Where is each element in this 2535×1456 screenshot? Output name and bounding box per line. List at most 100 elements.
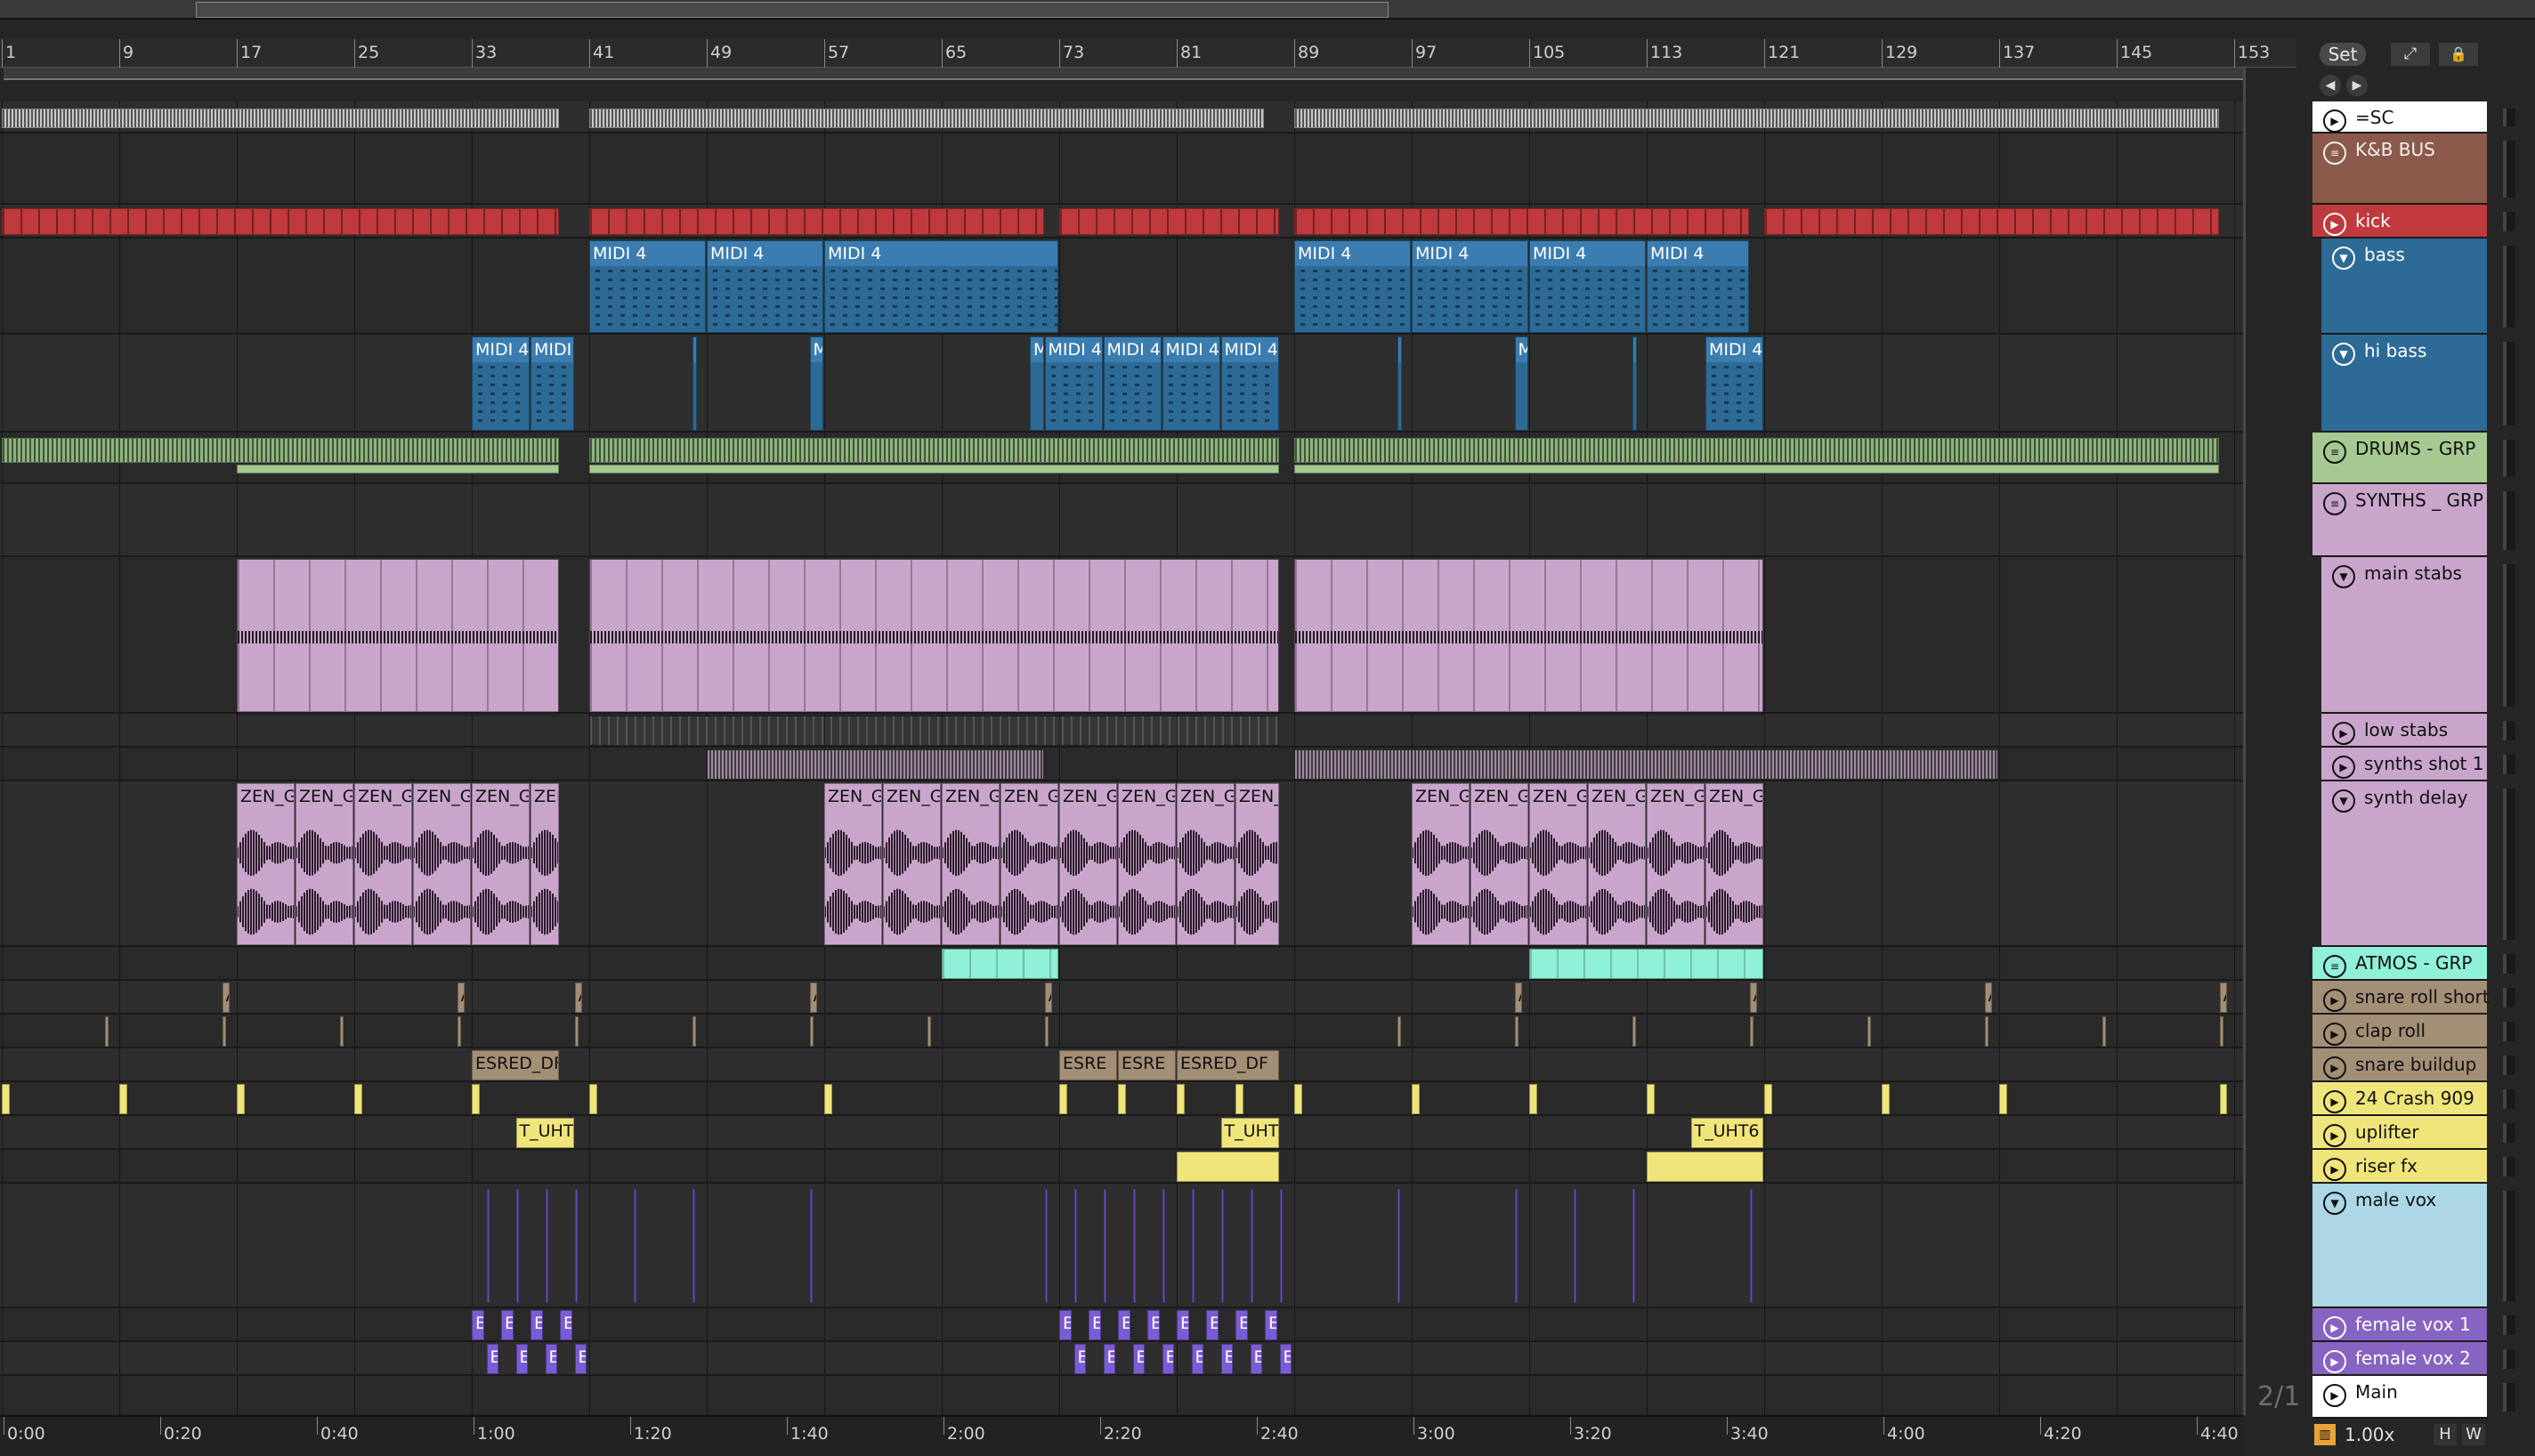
track-header-riser-fx[interactable]: ▶ riser fx: [2312, 1150, 2487, 1184]
clip-male-vox[interactable]: [1250, 1189, 1254, 1303]
clip-snare-roll[interactable]: A: [2219, 983, 2228, 1013]
clip-clap-roll[interactable]: [1514, 1016, 1519, 1047]
play-icon[interactable]: ▶: [2323, 989, 2346, 1012]
clip-clap-roll[interactable]: [1632, 1016, 1637, 1047]
clip-bass-midi[interactable]: MIDI 4: [1529, 240, 1646, 333]
group-fold-icon[interactable]: ≡: [2323, 441, 2346, 464]
clip-riser[interactable]: [1647, 1152, 1763, 1182]
clip-main-stabs-notes[interactable]: [1294, 559, 1763, 716]
clip-female-vox1[interactable]: E: [1059, 1310, 1072, 1340]
track-header-female-vox-2[interactable]: ▶ female vox 2: [2312, 1342, 2487, 1376]
clip-snare-roll[interactable]: A: [1044, 983, 1053, 1013]
clip-crash[interactable]: [1764, 1084, 1772, 1114]
clip-female-vox1[interactable]: E: [560, 1310, 572, 1340]
clip-bass-midi[interactable]: MIDI 4: [1412, 240, 1528, 333]
clip-synth-delay[interactable]: ZEN_G: [1177, 783, 1235, 945]
track-header-synths-shot-1[interactable]: ▶ synths shot 1: [2321, 748, 2487, 781]
clip-female-vox2[interactable]: E: [1162, 1344, 1175, 1374]
clip-hibass-short[interactable]: M: [1514, 336, 1528, 431]
clip-riser[interactable]: [1177, 1152, 1279, 1182]
h-button[interactable]: H: [2434, 1424, 2457, 1445]
clip-female-vox2[interactable]: E: [1220, 1344, 1234, 1374]
w-button[interactable]: W: [2462, 1424, 2485, 1445]
clip-synth-delay[interactable]: ZEN_G: [354, 783, 412, 945]
time-ruler[interactable]: 0:00 0:20 0:40 1:00 1:20 1:40 2:00 2:20 2:40 3:00…: [0, 1415, 2243, 1456]
clip-female-vox1[interactable]: E: [501, 1310, 514, 1340]
clip-female-vox2[interactable]: E: [574, 1344, 587, 1374]
track-header-k-b-bus[interactable]: ≡ K&B BUS: [2312, 133, 2487, 205]
clip-uplifter[interactable]: T_UHT6: [1690, 1118, 1763, 1148]
clip-male-vox[interactable]: [486, 1189, 490, 1303]
clip-female-vox2[interactable]: E: [1191, 1344, 1204, 1374]
play-icon[interactable]: ▶: [2323, 1124, 2346, 1147]
clip-crash[interactable]: [472, 1084, 480, 1114]
lock-icon[interactable]: 🔒: [2439, 43, 2478, 66]
clip-male-vox[interactable]: [1191, 1189, 1195, 1303]
clip-synth-delay[interactable]: ZEN_G: [1470, 783, 1528, 945]
clip-clap-roll[interactable]: [1867, 1016, 1872, 1047]
clip-synth-delay[interactable]: ZEN_G: [824, 783, 882, 945]
clip-crash[interactable]: [1235, 1084, 1243, 1114]
clip-uplifter[interactable]: T_UHT: [515, 1118, 574, 1148]
lane-synths-grp[interactable]: [0, 484, 2243, 557]
clip-female-vox1[interactable]: E: [1265, 1310, 1277, 1340]
clip-female-vox2[interactable]: E: [1073, 1344, 1087, 1374]
clip-male-vox[interactable]: [574, 1189, 579, 1303]
fold-down-icon[interactable]: ▼: [2332, 343, 2355, 366]
clip-hibass-midi[interactable]: MIDI 4: [1044, 336, 1103, 431]
clip-synth-delay[interactable]: ZEN_G: [237, 783, 295, 945]
clip-clap-roll[interactable]: [104, 1016, 109, 1047]
clip-female-vox1[interactable]: E: [1177, 1310, 1189, 1340]
clip-bass-midi[interactable]: MIDI 4: [707, 240, 823, 333]
clip-main-stabs-notes[interactable]: [589, 559, 1279, 716]
lane-male-vox[interactable]: [0, 1184, 2243, 1308]
clip-male-vox[interactable]: [1632, 1189, 1636, 1303]
track-header-synths-grp[interactable]: ≡ SYNTHS _ GRP: [2312, 484, 2487, 557]
track-header-hi-bass[interactable]: ▼ hi bass: [2321, 335, 2487, 433]
clip-kick[interactable]: [1764, 208, 2219, 235]
clip-kick[interactable]: [1059, 208, 1279, 235]
clip-crash[interactable]: [1529, 1084, 1537, 1114]
nav-left-icon[interactable]: ◀: [2320, 75, 2341, 96]
clip-male-vox[interactable]: [1397, 1189, 1401, 1303]
clip-drums[interactable]: [2, 438, 559, 463]
clip-clap-roll[interactable]: [457, 1016, 462, 1047]
clip-female-vox1[interactable]: E: [1147, 1310, 1160, 1340]
play-icon[interactable]: ▶: [2323, 1090, 2346, 1113]
play-icon[interactable]: ▶: [2323, 213, 2346, 236]
lane-atmos-grp[interactable]: [0, 947, 2243, 981]
track-header-24-crash-909[interactable]: ▶ 24 Crash 909: [2312, 1082, 2487, 1116]
overview-strip[interactable]: [0, 0, 2535, 20]
play-icon[interactable]: ▶: [2332, 756, 2355, 779]
lane-clap-roll[interactable]: [0, 1015, 2243, 1048]
clip-snare-buildup[interactable]: ESRE: [1118, 1050, 1176, 1080]
lane-riser-fx[interactable]: [0, 1150, 2243, 1184]
clip-bass-midi[interactable]: MIDI 4: [824, 240, 1058, 333]
fold-down-icon[interactable]: ▼: [2332, 789, 2355, 813]
clip-synths-shot[interactable]: [707, 749, 1044, 780]
clip-uplifter[interactable]: T_UHT: [1220, 1118, 1279, 1148]
clip-crash[interactable]: [1999, 1084, 2007, 1114]
clip-clap-roll[interactable]: [809, 1016, 814, 1047]
track-header-female-vox-1[interactable]: ▶ female vox 1: [2312, 1308, 2487, 1342]
clip-female-vox1[interactable]: E: [1206, 1310, 1219, 1340]
track-header-synth-delay[interactable]: ▼ synth delay: [2321, 781, 2487, 947]
clip-male-vox[interactable]: [633, 1189, 637, 1303]
clip-male-vox[interactable]: [692, 1189, 696, 1303]
clip-synth-delay[interactable]: ZEN_G: [1705, 783, 1763, 945]
clip-snare-buildup[interactable]: ESRED_DF: [1177, 1050, 1279, 1080]
track-header-main-stabs[interactable]: ▼ main stabs: [2321, 557, 2487, 714]
lane-main[interactable]: [0, 1376, 2243, 1419]
clip-crash[interactable]: [1412, 1084, 1420, 1114]
clip-female-vox1[interactable]: E: [530, 1310, 543, 1340]
loop-brace[interactable]: [4, 68, 2243, 80]
clip-synth-delay[interactable]: ZEN_G: [1059, 783, 1117, 945]
play-icon[interactable]: ▶: [2323, 1316, 2346, 1339]
play-icon[interactable]: ▶: [2332, 722, 2355, 745]
clip-snare-roll[interactable]: A: [1514, 983, 1523, 1013]
play-icon[interactable]: ▶: [2323, 1350, 2346, 1373]
track-header-atmos-grp[interactable]: ≡ ATMOS - GRP: [2312, 947, 2487, 981]
clip-snare-roll[interactable]: A: [574, 983, 583, 1013]
clip-snare-buildup[interactable]: ESRED_DF: [472, 1050, 559, 1080]
clip-crash[interactable]: [1882, 1084, 1890, 1114]
